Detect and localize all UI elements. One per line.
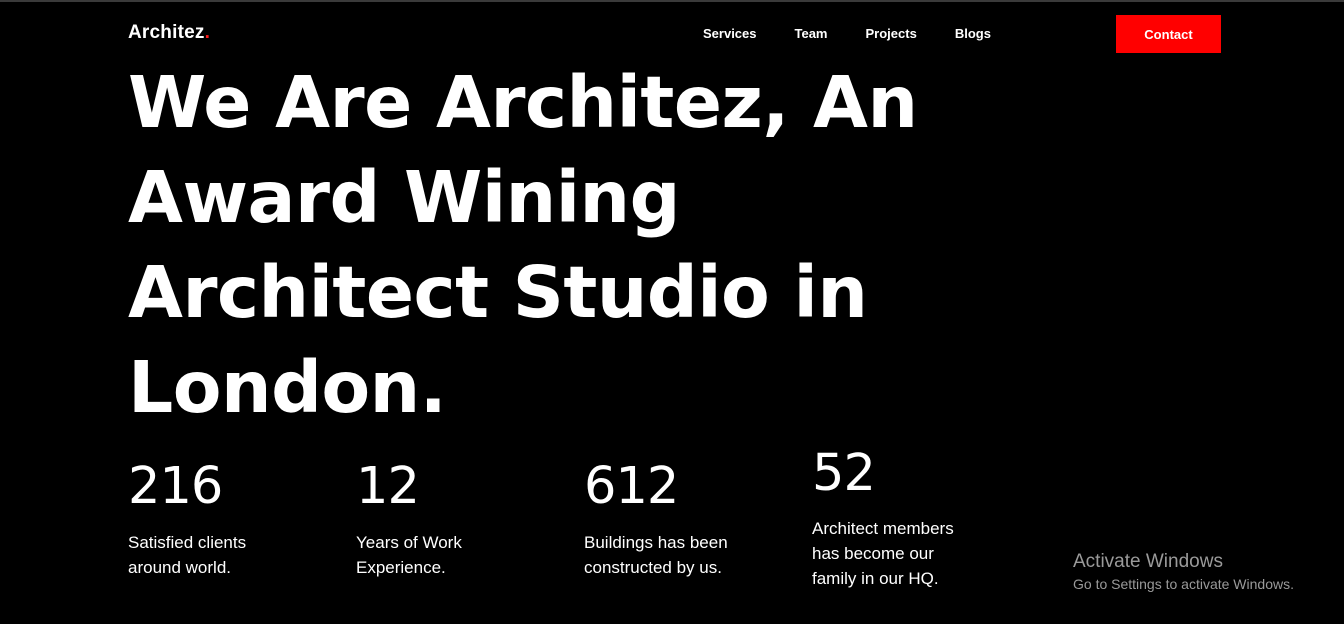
stat-value: 12 — [356, 457, 420, 516]
hero-heading: We Are Architez, An Award Wining Archite… — [128, 61, 918, 429]
stat-architect-members: 52 Architect members has become our fami… — [812, 444, 982, 591]
nav-team[interactable]: Team — [795, 25, 828, 42]
contact-button[interactable]: Contact — [1116, 15, 1221, 53]
stat-years-experience: 12 Years of Work Experience. — [356, 457, 531, 580]
watermark-title: Activate Windows — [1073, 551, 1223, 572]
stat-label: Architect members has become our family … — [812, 519, 954, 588]
stat-value: 612 — [584, 457, 679, 516]
activate-windows-watermark: Activate Windows Go to Settings to activ… — [1073, 550, 1294, 594]
nav-services[interactable]: Services — [703, 25, 757, 42]
stat-value: 52 — [812, 444, 876, 503]
stat-buildings: 612 Buildings has been constructed by us… — [584, 457, 759, 580]
page: Architez. Services Team Projects Blogs C… — [0, 0, 1344, 624]
stat-label: Satisfied clients around world. — [128, 533, 247, 577]
main-nav: Services Team Projects Blogs — [703, 25, 1029, 42]
logo-dot: . — [204, 22, 211, 43]
stat-satisfied-clients: 216 Satisfied clients around world. — [128, 457, 303, 580]
stat-label: Buildings has been constructed by us. — [584, 533, 728, 577]
top-divider — [0, 0, 1344, 2]
nav-projects[interactable]: Projects — [866, 25, 917, 42]
stat-label: Years of Work Experience. — [356, 533, 462, 577]
nav-blogs[interactable]: Blogs — [955, 25, 991, 42]
logo-text: Architez — [128, 22, 205, 43]
logo[interactable]: Architez. — [128, 22, 210, 44]
stat-value: 216 — [128, 457, 223, 516]
watermark-subtitle: Go to Settings to activate Windows. — [1073, 576, 1294, 592]
